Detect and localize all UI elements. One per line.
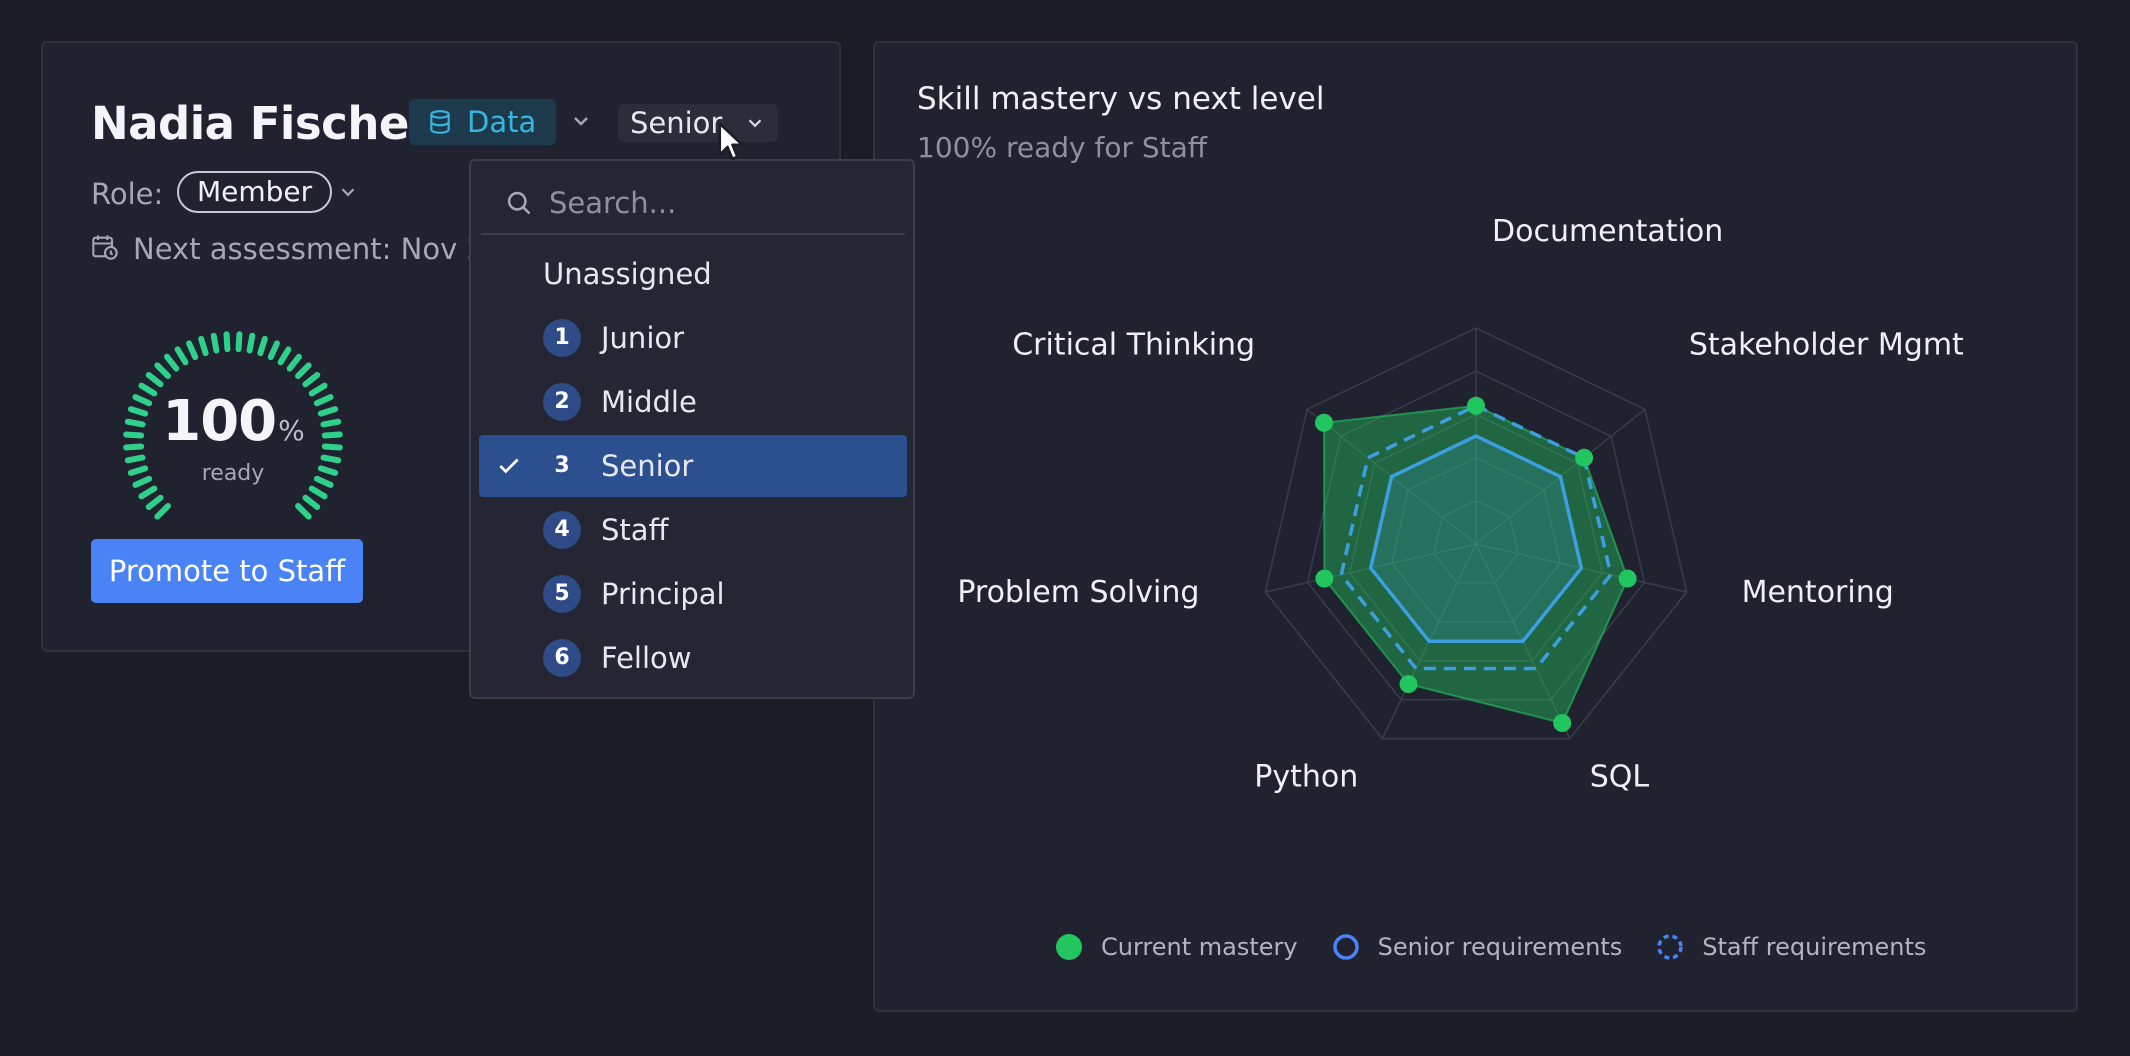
gauge-tick (320, 454, 342, 464)
check-icon (499, 458, 519, 474)
gauge-tick (302, 372, 321, 388)
team-chevron-down-icon[interactable] (569, 109, 593, 133)
database-icon (430, 110, 450, 134)
level-badge: 4 (543, 511, 581, 549)
level-dropdown: Unassigned 1 Junior 2 Middle 3 Senior 4 … (469, 159, 915, 699)
mastery-point (1553, 714, 1572, 733)
option-senior[interactable]: 3 Senior (479, 435, 907, 497)
gauge-tick (164, 353, 180, 372)
dashed-ring-icon (1657, 934, 1684, 960)
axis-label: Critical Thinking (1012, 327, 1255, 362)
level-badge: 2 (543, 383, 581, 421)
axis-label: Stakeholder Mgmt (1689, 327, 1964, 362)
gauge-tick (174, 346, 189, 366)
level-badge: 3 (554, 453, 570, 478)
mastery-point (1315, 413, 1334, 432)
axis-label: Python (1254, 760, 1358, 795)
team-label: Data (467, 105, 537, 139)
option-fellow[interactable]: 6 Fellow (479, 627, 907, 689)
gauge-tick (246, 332, 256, 354)
gauge-tick (138, 485, 158, 500)
dropdown-search-input[interactable] (547, 181, 891, 225)
mouse-cursor-icon (718, 122, 744, 161)
gauge-tick (308, 485, 328, 500)
dropdown-search (481, 171, 905, 235)
search-icon (507, 191, 531, 215)
mastery-point (1399, 675, 1418, 694)
gauge-tick (235, 331, 243, 353)
axis-label: Mentoring (1742, 575, 1894, 610)
gauge-tick (145, 372, 164, 388)
gauge-tick (257, 335, 268, 357)
option-unassigned[interactable]: Unassigned (479, 243, 907, 305)
legend-item-senior[interactable]: Senior requirements (1332, 933, 1622, 961)
team-chip[interactable]: Data (409, 99, 557, 145)
gauge-tick (186, 340, 199, 361)
option-junior[interactable]: 1 Junior (479, 307, 907, 369)
member-name: Nadia Fischer (91, 97, 431, 150)
axis-label: SQL (1590, 760, 1650, 795)
gauge-tick (277, 346, 292, 366)
role-label: Role: (91, 177, 164, 211)
gauge-tick (210, 332, 220, 354)
skill-chart-card: Skill mastery vs next level 100% ready f… (873, 41, 2078, 1012)
option-staff[interactable]: 4 Staff (479, 499, 907, 561)
level-badge: 5 (543, 575, 581, 613)
gauge-tick (198, 335, 209, 357)
gauge-tick (267, 340, 280, 361)
level-badge: 1 (543, 319, 581, 357)
gauge-tick (154, 503, 171, 520)
role-pill[interactable]: Member (177, 171, 333, 213)
gauge-tick (154, 362, 171, 379)
gauge-tick (124, 454, 146, 464)
mastery-point (1618, 569, 1637, 588)
radar-chart: Documentation Stakeholder Mgmt Mentoring SQ… (957, 214, 1964, 795)
readiness-label: ready (201, 461, 265, 486)
option-principal[interactable]: 5 Principal (479, 563, 907, 625)
promote-button[interactable]: Promote to Staff (91, 539, 363, 603)
calendar-clock-icon (92, 235, 118, 260)
gauge-tick (302, 494, 321, 510)
ring-icon (1332, 934, 1359, 960)
next-assessment: Next assessment: Nov 24, (133, 232, 513, 266)
gauge-tick (295, 362, 312, 379)
chart-legend: Current mastery Senior requirements Staf… (1055, 933, 1960, 961)
level-value: Senior (630, 106, 723, 140)
axis-label: Problem Solving (957, 575, 1199, 610)
filled-dot-icon (1056, 934, 1082, 960)
level-badge: 6 (543, 639, 581, 677)
gauge-tick (286, 353, 302, 372)
mastery-point (1315, 569, 1334, 588)
gauge-tick (295, 503, 312, 520)
readiness-value: 100% (162, 389, 305, 454)
legend-item-staff[interactable]: Staff requirements (1656, 933, 1926, 961)
legend-item-current[interactable]: Current mastery (1055, 933, 1298, 961)
chevron-down-icon (749, 119, 762, 128)
gauge-tick (223, 331, 231, 353)
gauge-tick (145, 494, 164, 510)
role-chevron-down-icon[interactable] (337, 181, 359, 203)
mastery-point (1467, 396, 1485, 415)
axis-label: Documentation (1492, 214, 1723, 249)
option-middle[interactable]: 2 Middle (479, 371, 907, 433)
mastery-point (1575, 448, 1594, 467)
level-select[interactable]: Senior (618, 104, 779, 142)
